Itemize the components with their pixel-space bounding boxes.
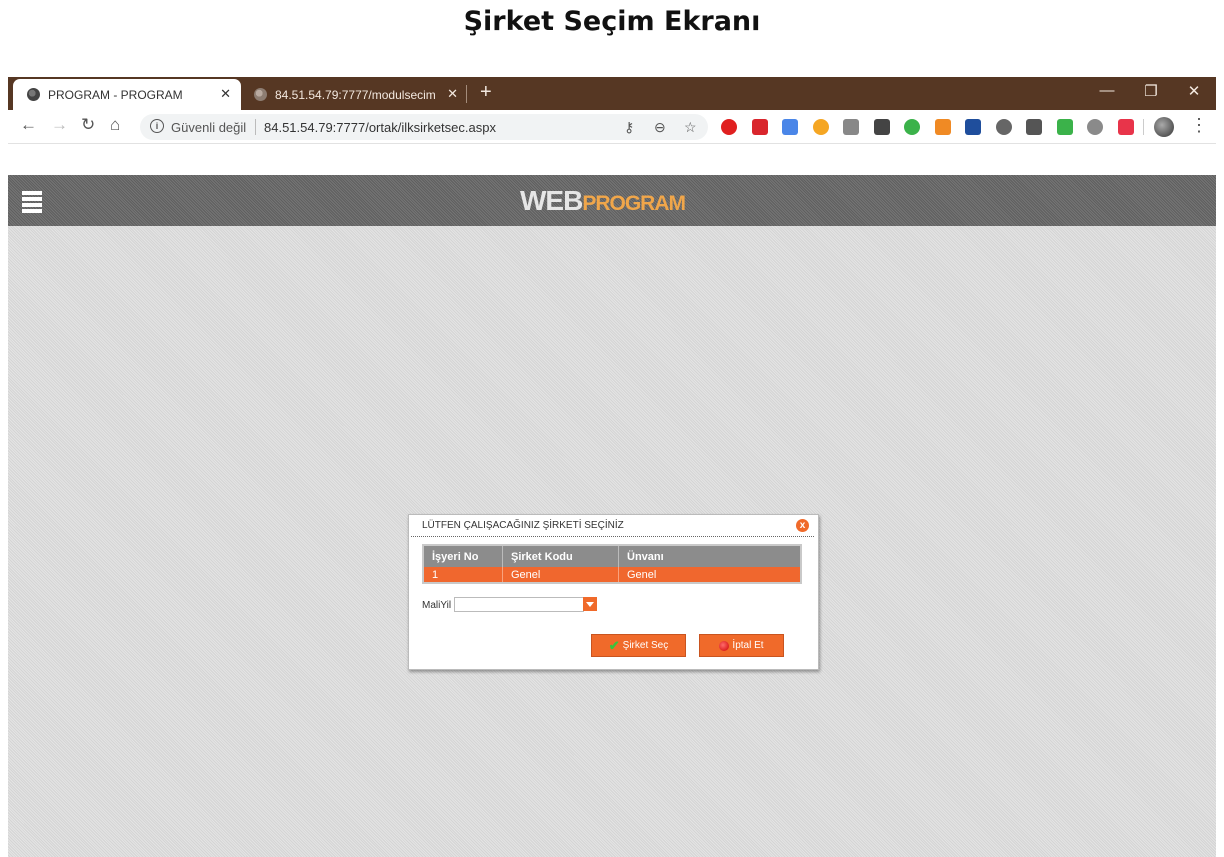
browser-toolbar: ← → ↻ ⌂ i Güvenli değil 84.51.54.79:7777… [8,110,1216,144]
mali-yil-select[interactable] [454,597,584,612]
company-grid: İşyeri No Şirket Kodu Ünvanı 1 Genel Gen… [422,544,802,584]
tab-close-icon[interactable]: ✕ [447,86,458,102]
back-arrow-icon[interactable]: ← [20,115,37,135]
tab-title: 84.51.54.79:7777/modulsecim.aspx [275,87,435,102]
restore-button[interactable]: ❐ [1131,82,1171,100]
cancel-button[interactable]: İptal Et [699,634,784,657]
tab-strip: PROGRAM - PROGRAM ✕ 84.51.54.79:7777/mod… [8,77,1216,110]
close-window-button[interactable]: ✕ [1174,82,1214,100]
rss-icon[interactable] [843,119,859,135]
select-company-label: Şirket Seç [622,640,669,651]
mali-yil-label: MaliYil [422,600,452,611]
browser-window: PROGRAM - PROGRAM ✕ 84.51.54.79:7777/mod… [8,77,1216,857]
page-area: WEBPROGRAM LÜTFEN ÇALIŞACAĞINIZ ŞİRKETİ … [8,175,1216,857]
reload-icon[interactable]: ↻ [81,115,95,135]
bolt-icon[interactable] [1118,119,1134,135]
tab-close-icon[interactable]: ✕ [220,86,231,102]
cancel-label: İptal Et [732,640,764,651]
cloud-icon[interactable] [1087,119,1103,135]
tab-program[interactable]: PROGRAM - PROGRAM ✕ [13,79,241,110]
logo-program-text: PROGRAM [582,192,686,215]
address-divider [255,119,256,135]
dialog-title: LÜTFEN ÇALIŞACAĞINIZ ŞİRKETİ SEÇİNİZ [422,520,624,531]
column-header-isyeri-no[interactable]: İşyeri No [423,545,503,567]
cross-tool-icon[interactable] [874,119,890,135]
address-bar[interactable]: i Güvenli değil 84.51.54.79:7777/ortak/i… [140,114,708,140]
tab-title: PROGRAM - PROGRAM [48,87,183,102]
disc-icon[interactable] [1026,119,1042,135]
profile-avatar[interactable] [1154,117,1174,137]
extensions-divider [1143,119,1144,135]
logo-web-text: WEB [520,185,583,216]
checkmark-icon: ✔ [608,637,620,653]
rss-orange-icon[interactable] [935,119,951,135]
cell-unvani[interactable]: Genel [618,567,801,583]
grid-header-row: İşyeri No Şirket Kodu Ünvanı [423,545,801,567]
tab-divider [466,85,467,103]
table-row[interactable]: 1 Genel Genel [423,567,801,583]
stop-icon [719,640,730,651]
app-logo: WEBPROGRAM [520,185,686,217]
download-icon[interactable] [996,119,1012,135]
column-header-unvani[interactable]: Ünvanı [618,545,801,567]
url-text[interactable]: 84.51.54.79:7777/ortak/ilksirketsec.aspx [264,120,496,135]
security-label[interactable]: Güvenli değil [171,120,246,135]
forward-arrow-icon[interactable]: → [51,115,68,135]
dropdown-arrow-icon[interactable] [583,597,597,611]
globe-icon [254,88,267,101]
circle-orange-icon[interactable] [813,119,829,135]
minimize-button[interactable]: — [1087,82,1127,99]
chart-icon[interactable] [965,119,981,135]
info-icon[interactable]: i [150,119,164,133]
globe-icon [27,88,40,101]
column-header-sirket-kodu[interactable]: Şirket Kodu [502,545,619,567]
browser-menu-icon[interactable]: ⋮ [1190,115,1208,136]
new-tab-button[interactable]: + [480,81,492,104]
hamburger-menu-icon[interactable] [22,191,42,215]
home-icon[interactable]: ⌂ [110,115,120,135]
cell-isyeri-no[interactable]: 1 [423,567,503,583]
key-icon[interactable]: ⚷ [624,119,634,136]
document-title: Şirket Seçim Ekranı [463,6,761,37]
stop-icon[interactable] [721,119,737,135]
company-select-dialog: LÜTFEN ÇALIŞACAĞINIZ ŞİRKETİ SEÇİNİZ x İ… [408,514,819,670]
dialog-title-divider [411,536,814,537]
select-company-button[interactable]: ✔ Şirket Seç [591,634,686,657]
arrow-green-icon[interactable] [904,119,920,135]
app-header: WEBPROGRAM [8,175,1216,226]
tab-modulsecim[interactable]: 84.51.54.79:7777/modulsecim.aspx ✕ [246,79,468,110]
zoom-out-icon[interactable]: ⊖ [654,119,666,136]
translate-icon[interactable] [782,119,798,135]
cell-sirket-kodu[interactable]: Genel [502,567,619,583]
abp-icon[interactable] [752,119,768,135]
dialog-close-icon[interactable]: x [796,519,809,532]
save-green-icon[interactable] [1057,119,1073,135]
star-icon[interactable]: ☆ [684,119,697,136]
